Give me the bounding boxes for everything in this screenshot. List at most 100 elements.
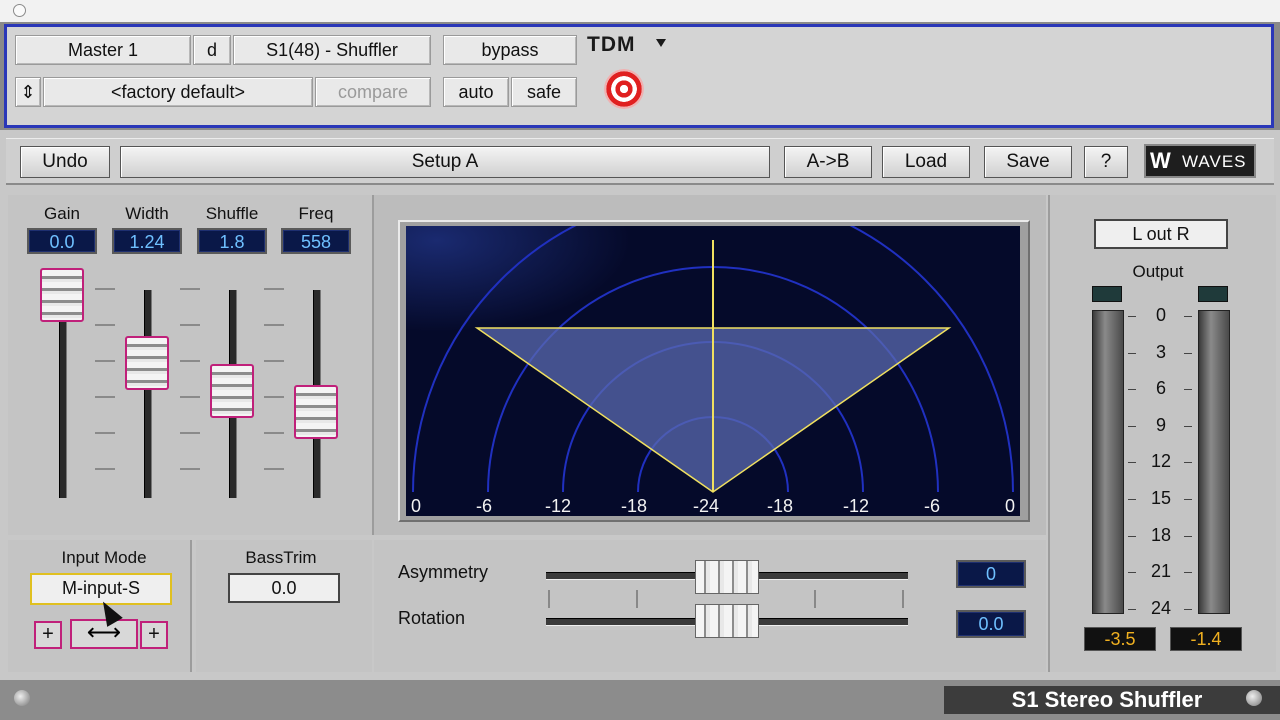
fader-track-width[interactable] (144, 290, 152, 498)
output-scale-dash (1184, 425, 1192, 427)
output-scale-label: 24 (1150, 597, 1172, 618)
output-scale-dash (1128, 389, 1136, 391)
load-button[interactable]: Load (882, 146, 970, 178)
fader-value-width[interactable]: 1.24 (112, 228, 182, 254)
fader-tick (180, 360, 200, 362)
insert-selector[interactable]: d (193, 35, 231, 65)
scope-scale-label: 0 (1005, 496, 1015, 516)
output-scale-dash (1128, 608, 1136, 610)
tdm-format-label: TDM (587, 33, 636, 56)
fader-tick (95, 324, 115, 326)
track-selector[interactable]: Master 1 (15, 35, 191, 65)
scope-scale-label: 0 (411, 496, 421, 516)
fader-tick (180, 432, 200, 434)
output-scale-dash (1184, 535, 1192, 537)
save-button[interactable]: Save (984, 146, 1072, 178)
chevron-down-icon[interactable] (656, 39, 666, 47)
fader-label-shuffle: Shuffle (205, 204, 259, 223)
fader-thumb-shuffle[interactable] (210, 363, 254, 418)
asymmetry-slider-thumb[interactable] (695, 560, 759, 594)
undo-button[interactable]: Undo (20, 146, 110, 178)
fader-tick (95, 396, 115, 398)
output-scale-dash (1128, 535, 1136, 537)
fader-value-gain[interactable]: 0.0 (27, 228, 97, 254)
bass-trim-label: BassTrim (245, 548, 317, 567)
fader-tick (180, 396, 200, 398)
plugin-selector[interactable]: S1(48) - Shuffler (233, 35, 431, 65)
output-lr-button[interactable]: L out R (1094, 219, 1228, 249)
fader-tick (264, 324, 284, 326)
close-box-icon[interactable] (13, 4, 26, 17)
safe-button[interactable]: safe (511, 77, 577, 107)
output-scale-label: 15 (1150, 488, 1172, 508)
output-scale-label: 12 (1150, 451, 1172, 472)
output-scale-label: 0 (1155, 305, 1166, 325)
target-icon[interactable] (604, 69, 644, 109)
rotation-slider-thumb[interactable] (695, 604, 759, 638)
rotation-value[interactable]: 0.0 (956, 610, 1026, 638)
screw-icon (14, 690, 30, 706)
fader-label-width: Width (125, 204, 169, 223)
output-scale-dash (1184, 572, 1192, 574)
fader-tick (264, 288, 284, 290)
scope-scale-label: -18 (767, 496, 793, 516)
output-scale-dash (1184, 352, 1192, 354)
slider-tick (902, 590, 904, 608)
fader-thumb-width[interactable] (125, 336, 169, 391)
plugin-name: S1 Stereo Shuffler (1011, 687, 1203, 712)
slider-tick (636, 590, 638, 608)
left-output-value: -3.5 (1084, 627, 1156, 651)
output-scale-dash (1128, 462, 1136, 464)
rotation-label: Rotation (398, 608, 466, 628)
bass-trim-display[interactable]: 0.0 (228, 573, 340, 603)
fader-value-shuffle[interactable]: 1.8 (197, 228, 267, 254)
asymmetry-value[interactable]: 0 (956, 560, 1026, 588)
scope-scale-label: -6 (924, 496, 940, 516)
output-scale-dash (1128, 316, 1136, 317)
setup-button[interactable]: Setup A (120, 146, 770, 178)
ab-button[interactable]: A->B (784, 146, 872, 178)
slider-tick (548, 590, 550, 608)
fader-tick (95, 432, 115, 434)
scope-scale-label: -6 (476, 496, 492, 516)
output-scale-label: 21 (1150, 561, 1172, 582)
input-mode-prev-button[interactable]: + (34, 621, 62, 649)
waves-brand-label: WAVES (1182, 152, 1247, 171)
output-scale-label: 3 (1155, 341, 1166, 362)
left-output-meter (1092, 310, 1124, 614)
auto-button[interactable]: auto (443, 77, 509, 107)
screw-icon (1246, 690, 1262, 706)
slider-tick (814, 590, 816, 608)
compare-button[interactable]: compare (315, 77, 431, 107)
fader-thumb-freq[interactable] (294, 385, 338, 440)
fader-thumb-gain[interactable] (40, 267, 84, 322)
output-scale-dash (1128, 572, 1136, 574)
bypass-button[interactable]: bypass (443, 35, 577, 65)
fader-tick (95, 468, 115, 470)
asymmetry-label: Asymmetry (398, 562, 488, 582)
fader-tick (180, 288, 200, 290)
input-mode-next-button[interactable]: + (140, 621, 168, 649)
fader-tick (264, 468, 284, 470)
fader-value-freq[interactable]: 558 (281, 228, 351, 254)
waves-logo[interactable]: W WAVES (1144, 144, 1256, 178)
input-mode-swap-button[interactable]: ⟷ (70, 619, 138, 649)
output-scale-dash (1184, 389, 1192, 391)
preset-arrows-icon[interactable]: ⇕ (15, 77, 41, 107)
fader-tick (95, 288, 115, 290)
left-clip-indicator[interactable] (1092, 286, 1122, 302)
preset-selector[interactable]: <factory default> (43, 77, 313, 107)
scope-scale-label: -24 (693, 496, 719, 516)
input-mode-display[interactable]: M-input-S (30, 573, 172, 605)
right-output-meter (1198, 310, 1230, 614)
help-button[interactable]: ? (1084, 146, 1128, 178)
input-mode-label: Input Mode (61, 548, 147, 567)
output-scale-dash (1184, 462, 1192, 464)
scope-scale-label: -12 (545, 496, 571, 516)
right-clip-indicator[interactable] (1198, 286, 1228, 302)
fader-label-freq: Freq (298, 204, 334, 223)
fader-tick (180, 324, 200, 326)
fader-tick (264, 396, 284, 398)
scope-scale-label: -12 (843, 496, 869, 516)
fader-tick (264, 432, 284, 434)
